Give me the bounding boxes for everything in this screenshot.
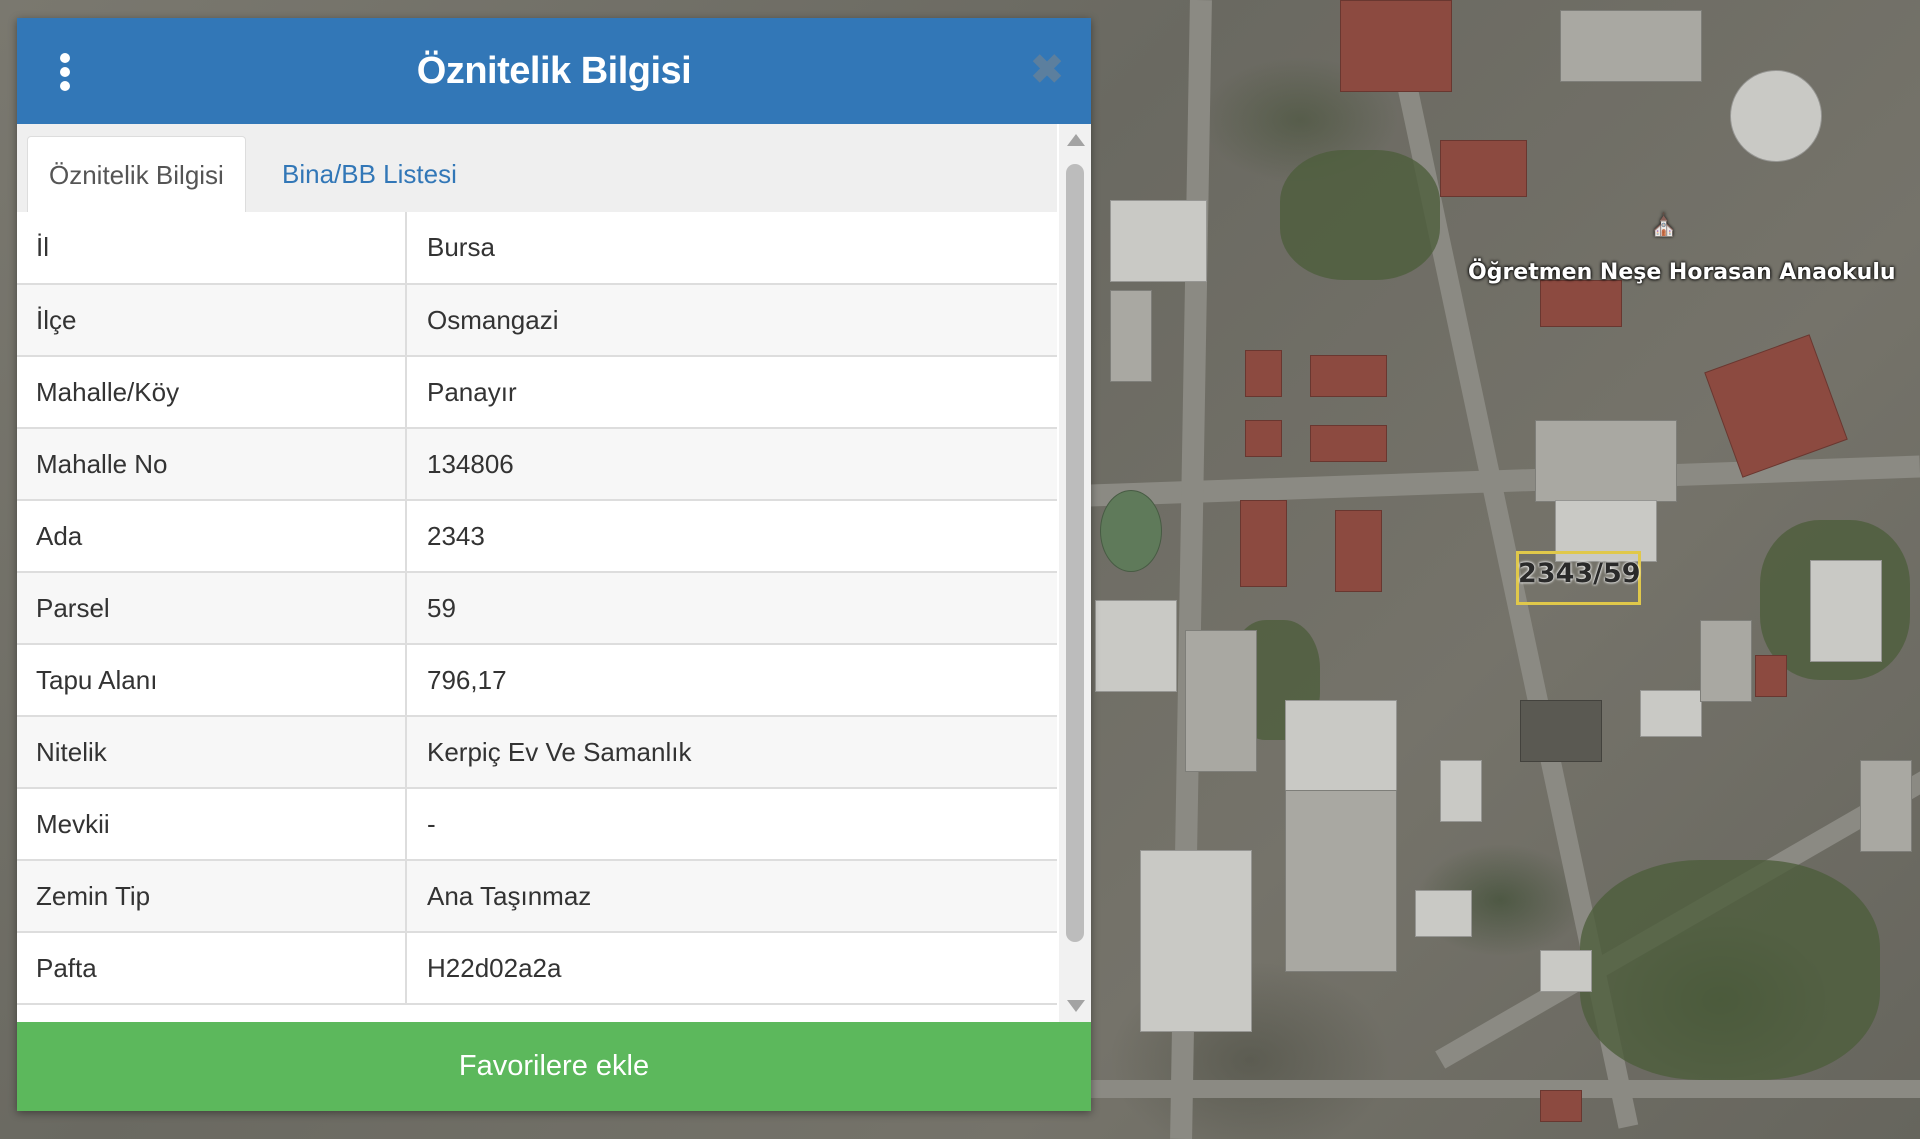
- map-building: [1540, 950, 1592, 992]
- school-map-label: Öğretmen Neşe Horasan Anaokulu: [1468, 260, 1896, 285]
- attribute-key: Mahalle/Köy: [17, 356, 407, 429]
- attribute-key: Parsel: [17, 572, 407, 645]
- map-building: [1755, 655, 1787, 697]
- map-building: [1704, 334, 1848, 478]
- table-row: Tapu Alanı 796,17: [17, 644, 1057, 717]
- vertical-ellipsis-icon[interactable]: [55, 53, 75, 93]
- attribute-key: Ada: [17, 500, 407, 573]
- table-row: Mahalle/Köy Panayır: [17, 356, 1057, 429]
- attribute-panel: Öznitelik Bilgisi ✖ Öznitelik Bilgisi Bi…: [17, 18, 1091, 1111]
- table-row: Parsel 59: [17, 572, 1057, 645]
- map-building: [1810, 560, 1882, 662]
- attribute-value: 134806: [406, 428, 1057, 501]
- close-icon[interactable]: ✖: [1027, 50, 1067, 90]
- map-vegetation: [1280, 150, 1440, 280]
- attribute-value: 2343: [406, 500, 1057, 573]
- attribute-key: Mevkii: [17, 788, 407, 861]
- table-row: Mahalle No 134806: [17, 428, 1057, 501]
- table-row: Mevkii -: [17, 788, 1057, 861]
- attribute-key: Tapu Alanı: [17, 644, 407, 717]
- map-building: [1440, 760, 1482, 822]
- map-road: [1090, 1080, 1920, 1098]
- map-building: [1730, 70, 1822, 162]
- map-building: [1640, 690, 1702, 737]
- parcel-map-label: 2343/59: [1518, 558, 1641, 589]
- attribute-key: Pafta: [17, 932, 407, 1005]
- table-row: İlçe Osmangazi: [17, 284, 1057, 357]
- attribute-value: Bursa: [406, 212, 1057, 285]
- map-building: [1240, 500, 1287, 587]
- map-building: [1340, 0, 1452, 92]
- panel-title: Öznitelik Bilgisi: [416, 50, 692, 92]
- map-building: [1540, 1090, 1582, 1122]
- attribute-value: 796,17: [406, 644, 1057, 717]
- map-building: [1110, 290, 1152, 382]
- attribute-value: Osmangazi: [406, 284, 1057, 357]
- attribute-value: -: [406, 788, 1057, 861]
- attribute-key: İlçe: [17, 284, 407, 357]
- attribute-value: 59: [406, 572, 1057, 645]
- scroll-down-arrow-icon[interactable]: [1067, 1000, 1085, 1012]
- add-to-favorites-button[interactable]: Favorilere ekle: [17, 1022, 1091, 1111]
- map-building: [1110, 200, 1207, 282]
- map-building: [1440, 140, 1527, 197]
- map-building: [1700, 620, 1752, 702]
- attribute-key: Nitelik: [17, 716, 407, 789]
- table-row: Ada 2343: [17, 500, 1057, 573]
- attribute-key: Mahalle No: [17, 428, 407, 501]
- map-building: [1245, 420, 1282, 457]
- map-building: [1535, 420, 1677, 502]
- map-building: [1310, 355, 1387, 397]
- map-building: [1860, 760, 1912, 852]
- table-row: Pafta H22d02a2a: [17, 932, 1057, 1005]
- map-building: [1520, 700, 1602, 762]
- attribute-value: Ana Taşınmaz: [406, 860, 1057, 933]
- panel-header: Öznitelik Bilgisi ✖: [17, 18, 1091, 124]
- map-building: [1100, 490, 1162, 572]
- table-row: İl Bursa: [17, 212, 1057, 285]
- school-icon: ⛪: [1650, 212, 1678, 237]
- map-building: [1285, 790, 1397, 972]
- map-building: [1095, 600, 1177, 692]
- map-building: [1560, 10, 1702, 82]
- table-row: Zemin Tip Ana Taşınmaz: [17, 860, 1057, 933]
- table-row: Nitelik Kerpiç Ev Ve Samanlık: [17, 716, 1057, 789]
- scroll-up-arrow-icon[interactable]: [1067, 134, 1085, 146]
- map-building: [1415, 890, 1472, 937]
- attribute-value: Kerpiç Ev Ve Samanlık: [406, 716, 1057, 789]
- attribute-key: İl: [17, 212, 407, 285]
- map-building: [1285, 700, 1397, 792]
- panel-body[interactable]: Öznitelik Bilgisi Bina/BB Listesi İl Bur…: [17, 124, 1091, 1022]
- tab-bar: Öznitelik Bilgisi Bina/BB Listesi: [17, 124, 1057, 213]
- map-building: [1310, 425, 1387, 462]
- tab-building-list[interactable]: Bina/BB Listesi: [261, 136, 478, 212]
- attribute-table: İl Bursa İlçe Osmangazi Mahalle/Köy Pana…: [17, 212, 1057, 1005]
- scrollbar-thumb[interactable]: [1066, 164, 1084, 942]
- map-building: [1185, 630, 1257, 772]
- attribute-key: Zemin Tip: [17, 860, 407, 933]
- attribute-value: H22d02a2a: [406, 932, 1057, 1005]
- tab-attribute-info[interactable]: Öznitelik Bilgisi: [27, 136, 246, 213]
- map-building: [1245, 350, 1282, 397]
- map-building: [1335, 510, 1382, 592]
- vertical-scrollbar[interactable]: [1059, 124, 1091, 1022]
- map-building: [1540, 280, 1622, 327]
- map-building: [1140, 850, 1252, 1032]
- map-vegetation: [1580, 860, 1880, 1080]
- attribute-value: Panayır: [406, 356, 1057, 429]
